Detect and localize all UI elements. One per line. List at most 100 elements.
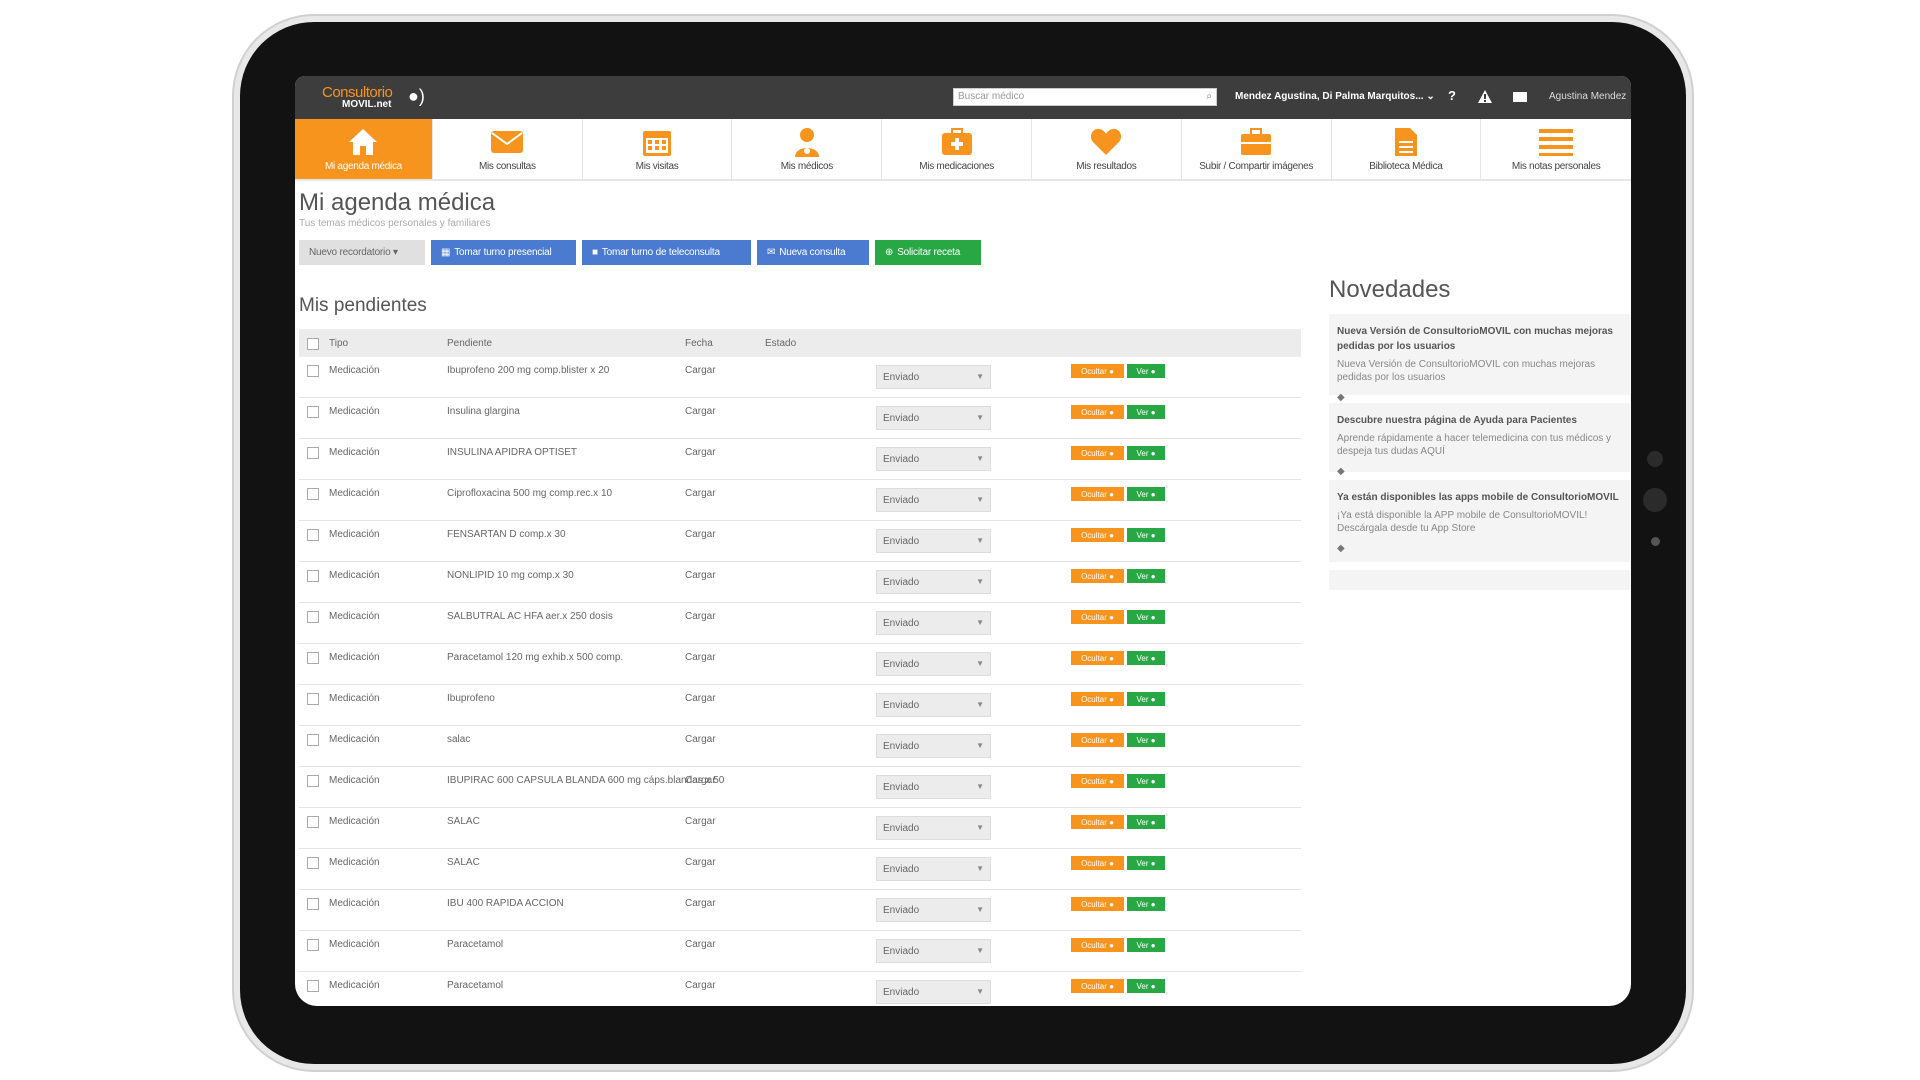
nav-mis-visitas[interactable]: Mis visitas [583,119,733,179]
row-checkbox[interactable] [307,898,319,910]
select-all-checkbox[interactable] [307,338,319,350]
view-button[interactable]: Ver ● [1127,487,1165,501]
view-button[interactable]: Ver ● [1127,733,1165,747]
new-consult-button[interactable]: ✉ Nueva consulta [757,240,869,265]
row-fecha-link[interactable]: Cargar [685,898,716,909]
view-button[interactable]: Ver ● [1127,815,1165,829]
news-card-title[interactable]: Ya están disponibles las apps mobile de … [1337,490,1620,505]
hide-button[interactable]: Ocultar ● [1071,897,1124,911]
view-button[interactable]: Ver ● [1127,979,1165,993]
new-reminder-button[interactable]: Nuevo recordatorio ▾ [299,240,425,265]
hide-button[interactable]: Ocultar ● [1071,938,1124,952]
row-checkbox[interactable] [307,406,319,418]
hide-button[interactable]: Ocultar ● [1071,815,1124,829]
in-person-appointment-button[interactable]: ▦ Tomar turno presencial [431,240,576,265]
nav-mis-consultas[interactable]: Mis consultas [433,119,583,179]
estado-select[interactable]: Enviado ▼ [876,857,991,881]
row-checkbox[interactable] [307,857,319,869]
estado-select[interactable]: Enviado ▼ [876,488,991,512]
hide-button[interactable]: Ocultar ● [1071,364,1124,378]
row-fecha-link[interactable]: Cargar [685,775,716,786]
nav-mi-agenda[interactable]: Mi agenda médica [295,119,433,179]
view-button[interactable]: Ver ● [1127,610,1165,624]
row-checkbox[interactable] [307,488,319,500]
row-fecha-link[interactable]: Cargar [685,734,716,745]
nav-mis-medicaciones[interactable]: Mis medicaciones [882,119,1032,179]
col-fecha[interactable]: Fecha [685,338,713,349]
col-estado[interactable]: Estado [765,338,796,349]
app-logo[interactable]: Consultorio MOVIL.net ●) [322,85,425,110]
nav-biblioteca-medica[interactable]: Biblioteca Médica [1332,119,1482,179]
teleconsult-appointment-button[interactable]: ■ Tomar turno de teleconsulta [582,240,751,265]
row-fecha-link[interactable]: Cargar [685,447,716,458]
row-fecha-link[interactable]: Cargar [685,570,716,581]
hide-button[interactable]: Ocultar ● [1071,774,1124,788]
view-button[interactable]: Ver ● [1127,856,1165,870]
hide-button[interactable]: Ocultar ● [1071,979,1124,993]
estado-select[interactable]: Enviado ▼ [876,611,991,635]
view-button[interactable]: Ver ● [1127,364,1165,378]
estado-select[interactable]: Enviado ▼ [876,406,991,430]
row-fecha-link[interactable]: Cargar [685,816,716,827]
hide-button[interactable]: Ocultar ● [1071,528,1124,542]
row-fecha-link[interactable]: Cargar [685,857,716,868]
row-checkbox[interactable] [307,529,319,541]
alert-icon[interactable] [1478,90,1492,108]
hide-button[interactable]: Ocultar ● [1071,651,1124,665]
row-checkbox[interactable] [307,611,319,623]
estado-select[interactable]: Enviado ▼ [876,529,991,553]
news-card-title[interactable]: Nueva Versión de ConsultorioMOVIL con mu… [1337,324,1620,354]
news-card-partial[interactable] [1329,570,1630,590]
hide-button[interactable]: Ocultar ● [1071,856,1124,870]
row-checkbox[interactable] [307,447,319,459]
patient-selector[interactable]: Mendez Agustina, Di Palma Marquitos... ⌄ [1235,91,1435,102]
user-name[interactable]: Agustina Mendez [1549,91,1626,102]
view-button[interactable]: Ver ● [1127,651,1165,665]
row-checkbox[interactable] [307,734,319,746]
hide-button[interactable]: Ocultar ● [1071,610,1124,624]
view-button[interactable]: Ver ● [1127,405,1165,419]
estado-select[interactable]: Enviado ▼ [876,570,991,594]
hide-button[interactable]: Ocultar ● [1071,446,1124,460]
row-fecha-link[interactable]: Cargar [685,529,716,540]
estado-select[interactable]: Enviado ▼ [876,652,991,676]
row-checkbox[interactable] [307,693,319,705]
row-fecha-link[interactable]: Cargar [685,980,716,991]
row-fecha-link[interactable]: Cargar [685,406,716,417]
row-checkbox[interactable] [307,570,319,582]
hide-button[interactable]: Ocultar ● [1071,487,1124,501]
row-checkbox[interactable] [307,939,319,951]
estado-select[interactable]: Enviado ▼ [876,980,991,1004]
row-checkbox[interactable] [307,980,319,992]
news-card[interactable]: Ya están disponibles las apps mobile de … [1329,480,1630,562]
request-prescription-button[interactable]: ⊕ Solicitar receta [875,240,981,265]
view-button[interactable]: Ver ● [1127,569,1165,583]
estado-select[interactable]: Enviado ▼ [876,365,991,389]
row-checkbox[interactable] [307,775,319,787]
col-tipo[interactable]: Tipo [329,338,348,349]
col-pendiente[interactable]: Pendiente [447,338,492,349]
row-fecha-link[interactable]: Cargar [685,693,716,704]
row-fecha-link[interactable]: Cargar [685,652,716,663]
help-icon[interactable]: ? [1448,88,1456,103]
doctor-search-input[interactable]: Buscar médico ⌕ [953,88,1217,106]
news-card[interactable]: Descubre nuestra página de Ayuda para Pa… [1329,403,1630,477]
estado-select[interactable]: Enviado ▼ [876,447,991,471]
view-button[interactable]: Ver ● [1127,446,1165,460]
row-fecha-link[interactable]: Cargar [685,611,716,622]
row-checkbox[interactable] [307,816,319,828]
estado-select[interactable]: Enviado ▼ [876,816,991,840]
estado-select[interactable]: Enviado ▼ [876,693,991,717]
row-fecha-link[interactable]: Cargar [685,488,716,499]
news-card[interactable]: Nueva Versión de ConsultorioMOVIL con mu… [1329,314,1630,403]
hide-button[interactable]: Ocultar ● [1071,733,1124,747]
nav-subir-imagenes[interactable]: Subir / Compartir imágenes [1182,119,1332,179]
hide-button[interactable]: Ocultar ● [1071,569,1124,583]
news-card-title[interactable]: Descubre nuestra página de Ayuda para Pa… [1337,413,1620,428]
view-button[interactable]: Ver ● [1127,692,1165,706]
row-checkbox[interactable] [307,365,319,377]
nav-mis-notas[interactable]: Mis notas personales [1481,119,1631,179]
estado-select[interactable]: Enviado ▼ [876,734,991,758]
nav-mis-medicos[interactable]: Mis médicos [732,119,883,179]
nav-mis-resultados[interactable]: Mis resultados [1032,119,1182,179]
